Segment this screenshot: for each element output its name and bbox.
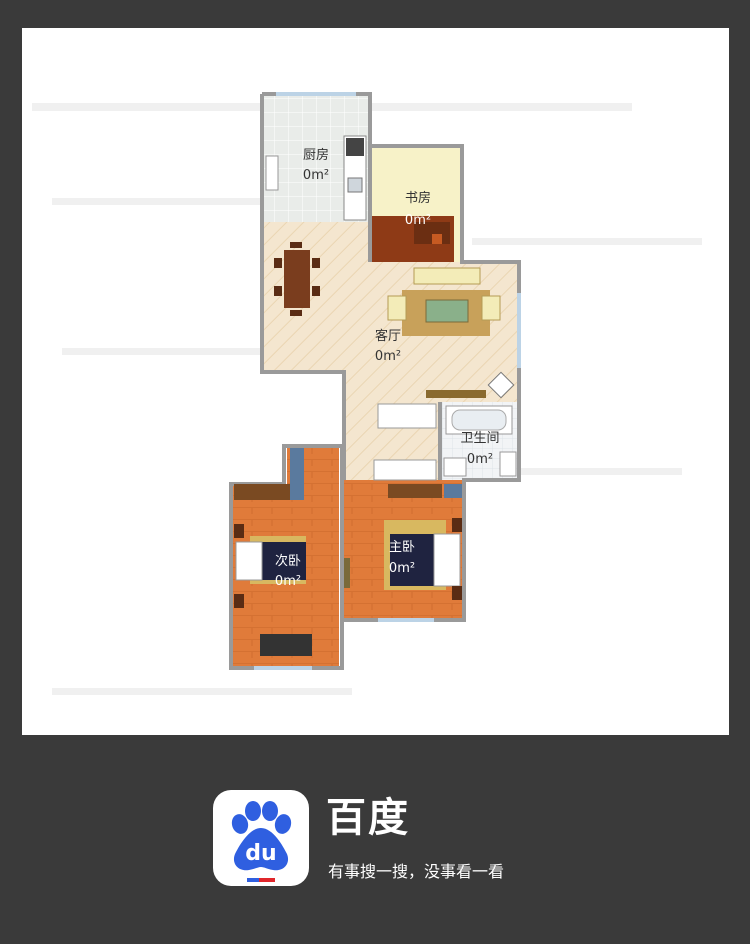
study-area: 0m² [405, 213, 431, 228]
floor-plan-image: 厨房 0m² 书房 0m² 客厅 0m² 卫生间 0m² 次卧 0m² 主卧 0… [22, 28, 729, 735]
second-bedroom-area: 0m² [275, 574, 301, 589]
second-bedroom-name: 次卧 [275, 553, 301, 569]
baidu-logo-icon: du [213, 790, 309, 886]
floor-plan-drawing: 厨房 0m² 书房 0m² 客厅 0m² 卫生间 0m² 次卧 0m² 主卧 0… [32, 92, 702, 695]
master-bedroom-name: 主卧 [389, 540, 415, 555]
master-bedroom-area: 0m² [389, 561, 415, 576]
brand-slogan: 有事搜一搜，没事看一看 [328, 862, 505, 881]
kitchen-area: 0m² [303, 168, 329, 183]
study-name: 书房 [405, 190, 431, 206]
brand-name: 百度 [326, 795, 410, 841]
living-room-area: 0m² [375, 349, 401, 364]
bathroom-name: 卫生间 [460, 431, 499, 446]
baidu-branding: du 百度 有事搜一搜，没事看一看 [0, 760, 750, 944]
bathroom-area: 0m² [467, 452, 493, 467]
logo-text: du [245, 841, 276, 866]
kitchen-name: 厨房 [303, 147, 329, 163]
living-room-name: 客厅 [375, 328, 401, 344]
